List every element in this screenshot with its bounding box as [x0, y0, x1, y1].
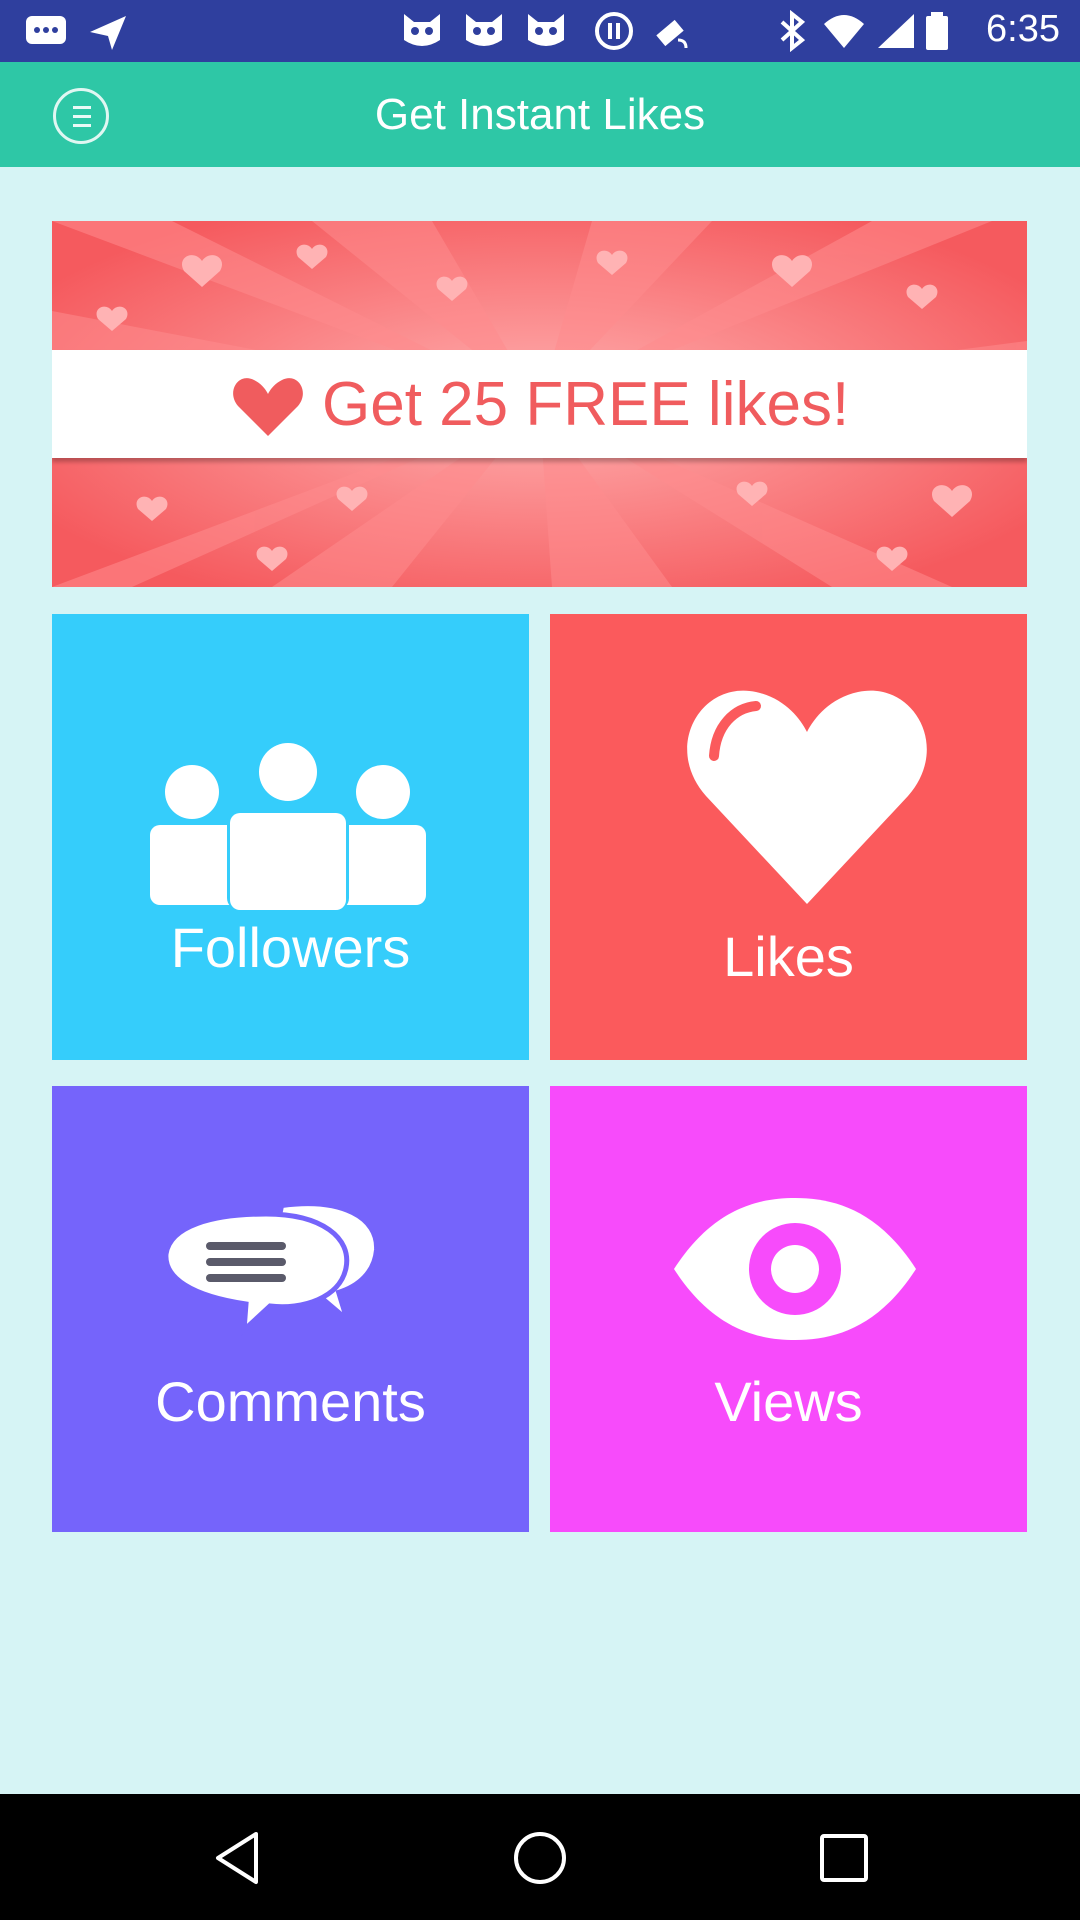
app-title: Get Instant Likes — [374, 90, 706, 139]
heart-icon — [233, 378, 303, 436]
wifi-icon — [824, 15, 864, 48]
back-icon[interactable] — [212, 1830, 264, 1886]
fake-gps-icon — [656, 19, 688, 49]
banner-text: Get 25 FREE likes! — [322, 370, 850, 439]
likes-label: Likes — [723, 925, 854, 988]
signal-icon — [878, 14, 914, 48]
status-bar: 6:35 — [0, 0, 1080, 62]
media-icon — [595, 12, 633, 50]
likes-tile[interactable]: Likes — [550, 614, 1027, 1060]
comments-tile[interactable]: Comments — [52, 1086, 529, 1532]
bluetooth-icon — [780, 10, 806, 52]
heart-icon — [687, 690, 927, 904]
cat-icon — [404, 14, 440, 46]
followers-tile[interactable]: Followers — [52, 614, 529, 1060]
comments-label: Comments — [155, 1370, 426, 1433]
people-icon — [150, 740, 426, 910]
status-time: 6:35 — [986, 8, 1060, 50]
messages-icon — [26, 16, 66, 44]
eye-icon — [674, 1198, 916, 1340]
views-label: Views — [714, 1370, 863, 1433]
free-likes-banner[interactable]: Get 25 FREE likes! — [52, 221, 1027, 587]
send-icon — [90, 16, 126, 50]
recents-icon[interactable] — [818, 1832, 870, 1884]
cat-icon — [466, 14, 502, 46]
battery-icon — [926, 12, 948, 50]
cat-icon — [528, 14, 564, 46]
chat-bubbles-icon — [163, 1202, 379, 1337]
app-bar: Get Instant Likes — [0, 62, 1080, 167]
views-tile[interactable]: Views — [550, 1086, 1027, 1532]
followers-label: Followers — [170, 916, 411, 979]
nav-bar — [0, 1794, 1080, 1920]
home-icon[interactable] — [512, 1830, 568, 1886]
